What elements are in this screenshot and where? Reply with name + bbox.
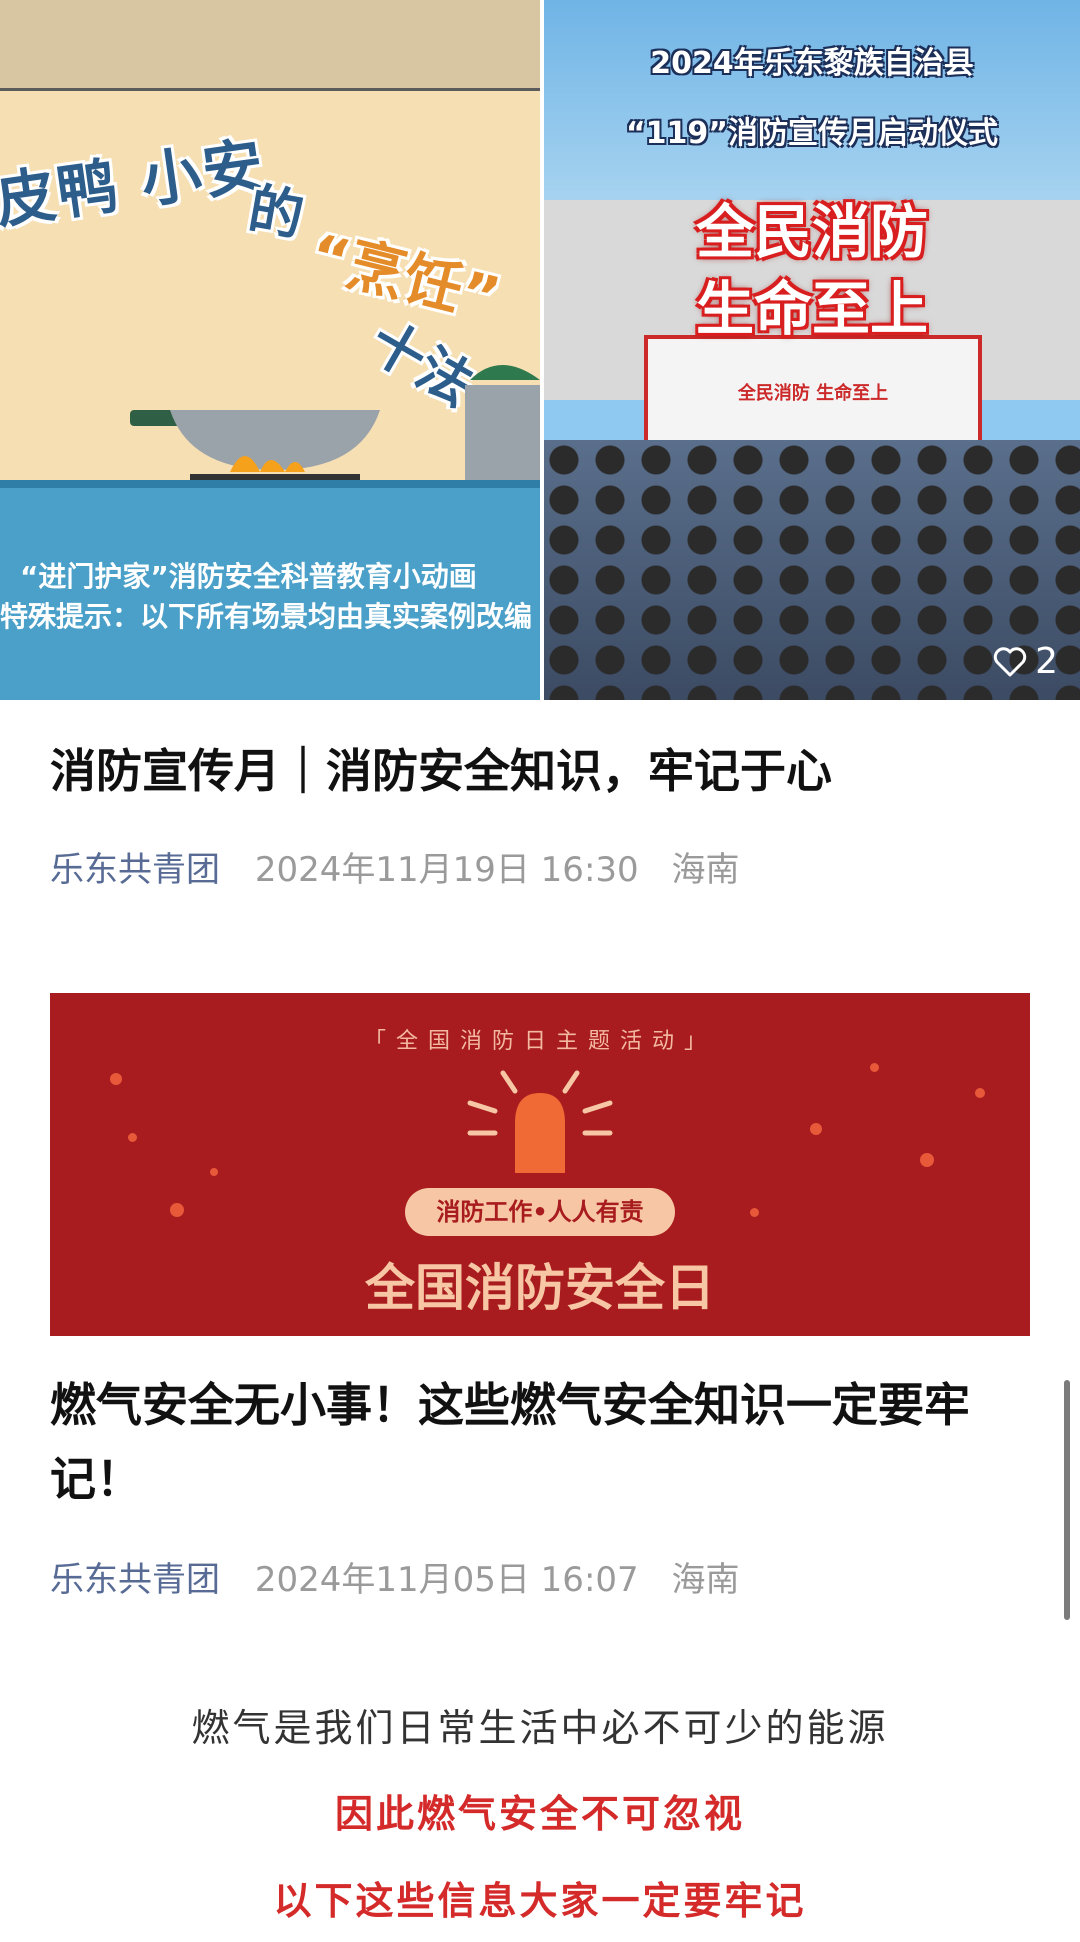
heart-icon — [993, 646, 1027, 676]
like-button[interactable]: 2 — [993, 641, 1058, 682]
article2-title[interactable]: 燃气安全无小事！这些燃气安全知识一定要牢记！ — [50, 1368, 1030, 1516]
banner-tag: 「全国消防日主题活动」 — [363, 1029, 716, 1054]
event-stage-backdrop: 全民消防 生命至上 — [644, 335, 982, 453]
like-count: 2 — [1035, 641, 1058, 682]
article2-meta: 乐东共青团 2024年11月05日 16:07 海南 — [50, 1552, 739, 1601]
article1-title[interactable]: 消防宣传月｜消防安全知识，牢记于心 — [50, 735, 832, 801]
article1-meta: 乐东共青团 2024年11月19日 16:30 海南 — [50, 842, 739, 891]
article2-date: 2024年11月05日 16:07 — [254, 1560, 639, 1600]
banner-pill: 消防工作•人人有责 — [405, 1188, 675, 1236]
article1-date: 2024年11月19日 16:30 — [254, 850, 639, 890]
siren-icon — [467, 1070, 613, 1173]
article1-source-link[interactable]: 乐东共青团 — [50, 850, 220, 890]
cartoon-headline: 皮鸭 小安 — [0, 130, 270, 238]
article2-body-line1: 燃气是我们日常生活中必不可少的能源 — [191, 1706, 889, 1750]
pot-illustration — [465, 365, 540, 480]
fire-safety-day-banner: 「全国消防日主题活动」 消防工作•人人有责 全国消防安全日 — [50, 993, 1030, 1336]
cartoon-thumbnail[interactable]: 皮鸭 小安 的 “烹饪” 十法 “进门护家”消防安全科普教育小动画 特殊提示：以… — [0, 0, 540, 700]
article1-location: 海南 — [671, 850, 740, 890]
image-grid: 皮鸭 小安 的 “烹饪” 十法 “进门护家”消防安全科普教育小动画 特殊提示：以… — [0, 0, 1080, 700]
wok-illustration — [130, 410, 380, 484]
event-photo-thumbnail[interactable]: 2024年乐东黎族自治县 “119”消防宣传月启动仪式 全民消防 生命至上 全民… — [544, 0, 1080, 700]
banner-headline: 全国消防安全日 — [365, 1259, 715, 1317]
event-slogan-line1: 全民消防 — [695, 198, 928, 266]
article2-body-line3: 以下这些信息大家一定要牢记 — [273, 1879, 807, 1923]
scrollbar[interactable] — [1064, 1380, 1070, 1620]
article2-location: 海南 — [671, 1560, 740, 1600]
stage-backdrop-text: 全民消防 生命至上 — [737, 383, 889, 404]
cartoon-caption-line1: “进门护家”消防安全科普教育小动画 — [20, 560, 477, 593]
event-title-line1: 2024年乐东黎族自治县 — [650, 46, 974, 81]
article2-body-line2: 因此燃气安全不可忽视 — [334, 1792, 745, 1836]
article2-source-link[interactable]: 乐东共青团 — [50, 1560, 220, 1600]
cartoon-caption-line2: 特殊提示：以下所有场景均由真实案例改编 — [0, 600, 533, 633]
cartoon-top-band — [0, 0, 540, 91]
event-slogan-line2: 生命至上 — [695, 275, 928, 343]
event-title-line2: “119”消防宣传月启动仪式 — [625, 116, 999, 151]
